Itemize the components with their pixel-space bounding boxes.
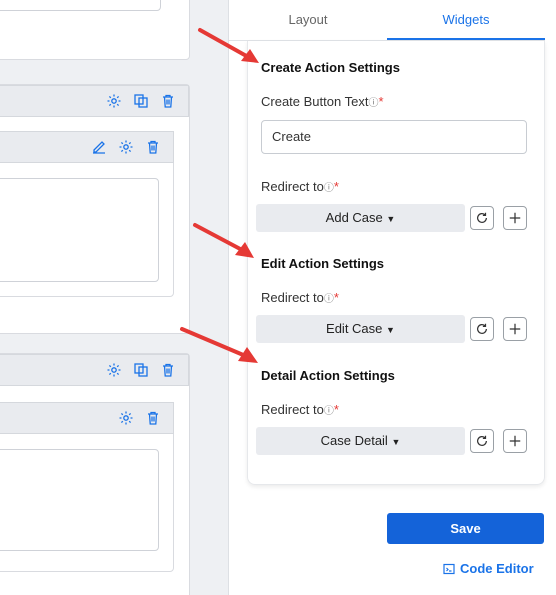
plus-icon <box>509 435 521 447</box>
create-redirect-label-text: Redirect to <box>261 179 324 194</box>
plus-icon <box>509 212 521 224</box>
code-editor-icon <box>443 563 455 574</box>
inner-widget-card-2[interactable] <box>0 402 174 572</box>
gear-icon[interactable] <box>117 139 134 156</box>
gear-icon[interactable] <box>105 362 122 379</box>
trash-icon[interactable] <box>144 139 161 156</box>
detail-redirect-label-text: Redirect to <box>261 402 324 417</box>
detail-redirect-label: Redirect toⓘ* <box>261 402 339 417</box>
create-redirect-dropdown[interactable]: Add Case ▼ <box>256 204 465 232</box>
widget-card-2[interactable] <box>0 353 190 595</box>
inner-widget-toolbar-1 <box>0 131 174 163</box>
widget-card-1[interactable] <box>0 84 190 334</box>
required-marker: * <box>333 179 339 194</box>
edit-redirect-value: Edit Case <box>326 321 383 336</box>
textarea-top[interactable] <box>0 0 161 11</box>
plus-icon <box>509 323 521 335</box>
help-icon[interactable]: ⓘ <box>324 406 334 417</box>
caret-down-icon: ▼ <box>386 325 395 335</box>
copy-icon[interactable] <box>132 362 149 379</box>
help-icon[interactable]: ⓘ <box>324 183 334 194</box>
caret-down-icon: ▼ <box>386 214 396 224</box>
widget-toolbar-1 <box>0 85 189 117</box>
create-button-text-input[interactable]: Create <box>261 120 527 154</box>
refresh-icon <box>477 323 487 334</box>
widget-toolbar-2 <box>0 354 189 386</box>
add-button[interactable] <box>503 206 527 230</box>
edit-icon[interactable] <box>90 139 107 156</box>
create-redirect-value: Add Case <box>325 210 383 225</box>
trash-icon[interactable] <box>159 362 176 379</box>
refresh-button[interactable] <box>470 206 494 230</box>
textarea-widget-1[interactable] <box>0 178 159 282</box>
add-button[interactable] <box>503 429 527 453</box>
create-redirect-label: Redirect toⓘ* <box>261 179 339 194</box>
edit-redirect-label-text: Redirect to <box>261 290 324 305</box>
panel-tabs: Layout Widgets <box>229 0 545 41</box>
gear-icon[interactable] <box>117 410 134 427</box>
inner-widget-toolbar-2 <box>0 402 174 434</box>
trash-icon[interactable] <box>159 93 176 110</box>
save-button[interactable]: Save <box>387 513 544 544</box>
create-button-text-label-text: Create Button Text <box>261 94 369 109</box>
edit-action-settings-title: Edit Action Settings <box>261 256 385 271</box>
create-button-text-label: Create Button Textⓘ* <box>261 94 384 109</box>
settings-panel: Layout Widgets Create Action Settings Cr… <box>228 0 556 595</box>
detail-redirect-dropdown[interactable]: Case Detail ▼ <box>256 427 465 455</box>
required-marker: * <box>378 94 384 109</box>
required-marker: * <box>333 290 339 305</box>
copy-icon[interactable] <box>132 93 149 110</box>
refresh-button[interactable] <box>470 429 494 453</box>
edit-redirect-dropdown[interactable]: Edit Case ▼ <box>256 315 465 343</box>
tab-layout[interactable]: Layout <box>229 0 387 40</box>
help-icon[interactable]: ⓘ <box>368 98 378 109</box>
detail-redirect-value: Case Detail <box>320 433 388 448</box>
required-marker: * <box>333 402 339 417</box>
caret-down-icon: ▼ <box>391 437 401 447</box>
code-editor-link[interactable]: Code Editor <box>443 561 534 576</box>
gear-icon[interactable] <box>105 93 122 110</box>
edit-redirect-label: Redirect toⓘ* <box>261 290 339 305</box>
widget-card-top[interactable] <box>0 0 190 60</box>
inner-widget-card-1[interactable] <box>0 131 174 297</box>
widget-settings-card: Create Action Settings Create Button Tex… <box>247 41 545 485</box>
textarea-widget-2[interactable] <box>0 449 159 551</box>
code-editor-label: Code Editor <box>460 561 534 576</box>
refresh-button[interactable] <box>470 317 494 341</box>
help-icon[interactable]: ⓘ <box>324 294 334 305</box>
detail-action-settings-title: Detail Action Settings <box>261 368 395 383</box>
tab-widgets[interactable]: Widgets <box>387 0 545 40</box>
refresh-icon <box>477 435 487 446</box>
trash-icon[interactable] <box>144 410 161 427</box>
create-action-settings-title: Create Action Settings <box>261 60 400 75</box>
add-button[interactable] <box>503 317 527 341</box>
refresh-icon <box>477 212 487 223</box>
